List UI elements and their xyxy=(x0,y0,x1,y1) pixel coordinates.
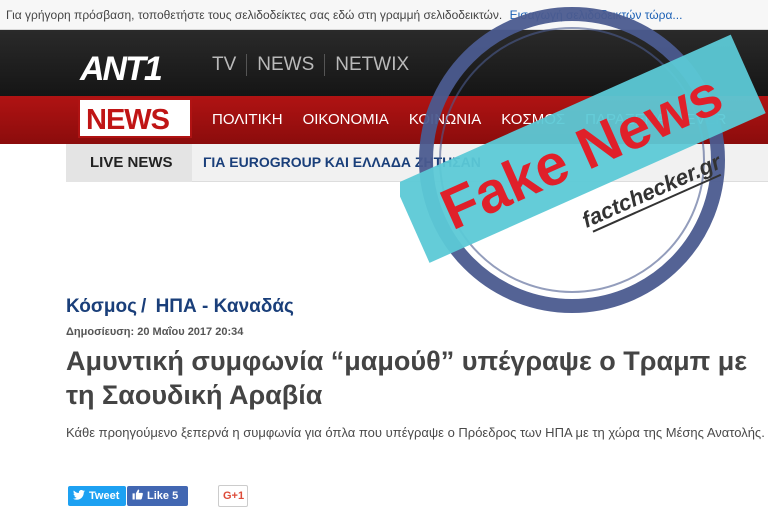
nav-society[interactable]: ΚΟΙΝΩΝΙΑ xyxy=(409,111,481,128)
like-label: Like 5 xyxy=(147,490,179,502)
breadcrumb: Κόσμος / ΗΠΑ - Καναδάς xyxy=(66,296,294,318)
live-news-bar: LIVE NEWS ΓΙΑ EUROGROUP ΚΑΙ ΕΛΛΑΔΑ ΖΗΤΗΣ… xyxy=(66,144,768,182)
top-nav-netwix[interactable]: NETWIX xyxy=(324,54,419,76)
breadcrumb-category[interactable]: Κόσμος xyxy=(66,296,137,317)
publish-date: Δημοσίευση: 20 Μαΐου 2017 20:34 xyxy=(66,326,244,338)
logo-news-box: NEWS xyxy=(78,98,192,138)
article-headline: Αμυντική συμφωνία “μαμούθ” υπέγραψε ο Τρ… xyxy=(66,346,748,410)
nav-politics[interactable]: ΠΟΛΙΤΙΚΗ xyxy=(212,111,283,128)
bookmarks-hint: Για γρήγορη πρόσβαση, τοποθετήστε τους σ… xyxy=(6,8,503,22)
google-plus-label: G+1 xyxy=(223,490,245,502)
top-nav-news[interactable]: NEWS xyxy=(246,54,324,76)
ant1-news-logo[interactable]: ANT1 NEWS xyxy=(76,44,196,140)
nav-economy[interactable]: ΟΙΚΟΝΟΜΙΑ xyxy=(303,111,389,128)
facebook-like-button[interactable]: Like 5 xyxy=(127,486,188,506)
bookmarks-bar: Για γρήγορη πρόσβαση, τοποθετήστε τους σ… xyxy=(0,0,768,30)
thumbs-up-icon xyxy=(132,489,143,503)
live-news-label[interactable]: LIVE NEWS xyxy=(66,144,192,182)
nav-weird[interactable]: ΠΑΡΑΞΕΝΑ xyxy=(585,111,665,128)
live-news-ticker[interactable]: ΓΙΑ EUROGROUP ΚΑΙ ΕΛΛΑΔΑ ΖΗΤΗΣΑΝ xyxy=(203,154,481,170)
twitter-bird-icon xyxy=(73,489,85,503)
nav-ever[interactable]: EVER xyxy=(686,111,727,128)
logo-bottom-text: NEWS xyxy=(86,104,170,136)
nav-world[interactable]: ΚΟΣΜΟΣ xyxy=(501,111,565,128)
import-bookmarks-link[interactable]: Εισαγωγή σελιδοδεικτών τώρα... xyxy=(510,8,683,22)
tweet-label: Tweet xyxy=(89,490,120,502)
article-lead: Κάθε προηγούμενο ξεπερνά η συμφωνία για … xyxy=(66,425,765,440)
breadcrumb-subcategory[interactable]: ΗΠΑ - Καναδάς xyxy=(156,296,294,317)
logo-top-text: ANT1 xyxy=(80,50,163,88)
top-nav: TV NEWS NETWIX xyxy=(212,54,419,76)
google-plus-button[interactable]: G+1 xyxy=(218,485,248,507)
top-nav-tv[interactable]: TV xyxy=(212,54,246,76)
breadcrumb-separator: / xyxy=(141,296,147,317)
tweet-button[interactable]: Tweet xyxy=(68,486,126,506)
